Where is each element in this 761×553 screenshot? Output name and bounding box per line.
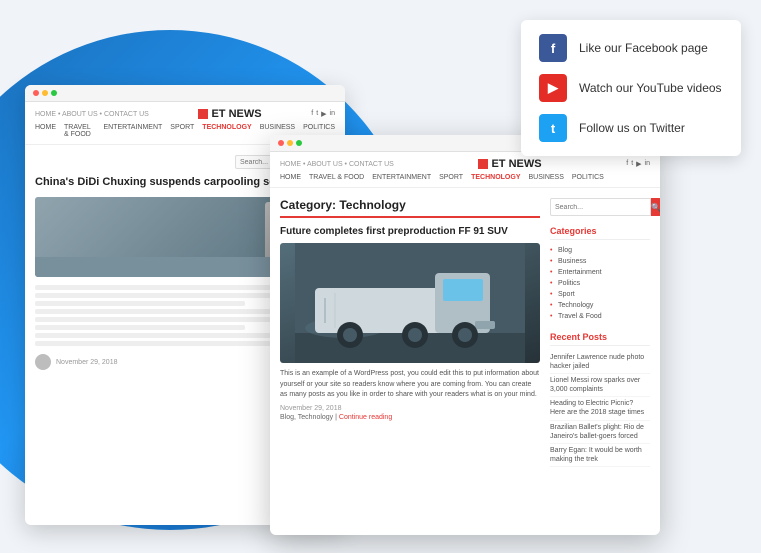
fb-icon-front: f xyxy=(626,160,628,168)
facebook-panel-item[interactable]: f Like our Facebook page xyxy=(539,34,723,62)
front-article-title: Future completes first preproduction FF … xyxy=(280,226,540,237)
article-date-back: November 29, 2018 xyxy=(56,359,117,366)
nav-sport-front[interactable]: SPORT xyxy=(439,174,463,181)
dot-red xyxy=(33,90,39,96)
logo-text-front: ET NEWS xyxy=(491,158,541,170)
logo-square-back xyxy=(198,109,208,119)
social-panel: f Like our Facebook page ▶ Watch our You… xyxy=(521,20,741,156)
facebook-icon: f xyxy=(539,34,567,62)
body-line-3 xyxy=(35,301,245,306)
social-icons-back: f t ▶ in xyxy=(311,110,335,118)
browser-dots xyxy=(33,90,57,96)
nav-sport-back[interactable]: SPORT xyxy=(170,124,194,138)
front-article-image xyxy=(280,243,540,363)
twitter-label: Follow us on Twitter xyxy=(579,121,685,135)
youtube-panel-item[interactable]: ▶ Watch our YouTube videos xyxy=(539,74,723,102)
li-icon-small: in xyxy=(330,110,335,118)
body-line-6 xyxy=(35,325,245,330)
nav-home-back[interactable]: HOME xyxy=(35,124,56,138)
logo-text-back: ET NEWS xyxy=(211,108,261,120)
dot-yellow-front xyxy=(287,140,293,146)
front-page-content: Category: Technology Future completes fi… xyxy=(270,188,660,528)
nav-entertainment-front[interactable]: ENTERTAINMENT xyxy=(372,174,431,181)
nav-links-front: HOME TRAVEL & FOOD ENTERTAINMENT SPORT T… xyxy=(280,174,650,181)
front-sidebar: 🔍 Categories Blog Business Entertainment… xyxy=(550,198,650,518)
front-article-tags: Blog, Technology | Continue reading xyxy=(280,414,540,421)
social-icons-front: f t ▶ in xyxy=(626,160,650,168)
twitter-icon: t xyxy=(539,114,567,142)
cat-travel[interactable]: Travel & Food xyxy=(550,311,650,322)
li-icon-front: in xyxy=(645,160,650,168)
nav-travel-front[interactable]: TRAVEL & FOOD xyxy=(309,174,364,181)
twitter-panel-item[interactable]: t Follow us on Twitter xyxy=(539,114,723,142)
site-nav-front: HOME • ABOUT US • CONTACT US ET NEWS f t… xyxy=(270,152,660,188)
cat-business[interactable]: Business xyxy=(550,256,650,267)
logo-back: ET NEWS xyxy=(198,108,261,120)
dot-green-front xyxy=(296,140,302,146)
browser-chrome-back xyxy=(25,85,345,102)
yt-icon-small: ▶ xyxy=(321,110,326,118)
recent-posts-list: Jennifer Lawrence nude photo hacker jail… xyxy=(550,351,650,467)
nav-technology-back[interactable]: TECHNOLOGY xyxy=(202,124,251,138)
front-article-excerpt: This is an example of a WordPress post, … xyxy=(280,369,540,401)
browser-dots-front xyxy=(278,140,302,146)
sidebar-search-input[interactable] xyxy=(550,198,651,216)
cat-sport[interactable]: Sport xyxy=(550,289,650,300)
author-avatar xyxy=(35,354,51,370)
recent-post-1[interactable]: Jennifer Lawrence nude photo hacker jail… xyxy=(550,351,650,374)
logo-front: ET NEWS xyxy=(478,158,541,170)
category-title: Category: Technology xyxy=(280,198,540,218)
recent-post-5[interactable]: Barry Egan: It would be worth making the… xyxy=(550,444,650,467)
recent-post-2[interactable]: Lionel Messi row sparks over 3,000 compl… xyxy=(550,374,650,397)
logo-square-front xyxy=(478,159,488,169)
front-browser-window: HOME • ABOUT US • CONTACT US ET NEWS f t… xyxy=(270,135,660,535)
nav-technology-front[interactable]: TECHNOLOGY xyxy=(471,174,520,181)
breadcrumb-back: HOME • ABOUT US • CONTACT US xyxy=(35,111,149,118)
breadcrumb-front: HOME • ABOUT US • CONTACT US xyxy=(280,161,394,168)
recent-post-3[interactable]: Heading to Electric Picnic? Here are the… xyxy=(550,397,650,420)
nav-top-back: HOME • ABOUT US • CONTACT US ET NEWS f t… xyxy=(35,108,335,120)
categories-widget-title: Categories xyxy=(550,226,650,240)
cat-entertainment[interactable]: Entertainment xyxy=(550,267,650,278)
youtube-icon: ▶ xyxy=(539,74,567,102)
youtube-label: Watch our YouTube videos xyxy=(579,81,722,95)
nav-entertainment-back[interactable]: ENTERTAINMENT xyxy=(103,124,162,138)
cat-blog[interactable]: Blog xyxy=(550,245,650,256)
recent-post-4[interactable]: Brazilian Ballet's plight: Rio de Janeir… xyxy=(550,421,650,444)
recent-posts-widget-title: Recent Posts xyxy=(550,332,650,346)
nav-travel-back[interactable]: TRAVEL & FOOD xyxy=(64,124,95,138)
categories-list: Blog Business Entertainment Politics Spo… xyxy=(550,245,650,322)
nav-business-front[interactable]: BUSINESS xyxy=(528,174,563,181)
nav-politics-front[interactable]: POLITICS xyxy=(572,174,604,181)
yt-icon-front: ▶ xyxy=(636,160,641,168)
dot-red-front xyxy=(278,140,284,146)
read-more-link[interactable]: Continue reading xyxy=(339,414,392,421)
tw-icon-small: t xyxy=(316,110,318,118)
sidebar-search-button[interactable]: 🔍 xyxy=(651,198,660,216)
dot-yellow xyxy=(42,90,48,96)
tw-icon-front: t xyxy=(631,160,633,168)
fb-icon-small: f xyxy=(311,110,313,118)
sidebar-search: 🔍 xyxy=(550,198,650,216)
truck-svg xyxy=(280,243,540,363)
nav-home-front[interactable]: HOME xyxy=(280,174,301,181)
nav-top-front: HOME • ABOUT US • CONTACT US ET NEWS f t… xyxy=(280,158,650,170)
dot-green xyxy=(51,90,57,96)
front-article-date: November 29, 2018 xyxy=(280,405,540,412)
cat-technology[interactable]: Technology xyxy=(550,300,650,311)
front-main-column: Category: Technology Future completes fi… xyxy=(280,198,540,518)
facebook-label: Like our Facebook page xyxy=(579,41,708,55)
cat-politics[interactable]: Politics xyxy=(550,278,650,289)
